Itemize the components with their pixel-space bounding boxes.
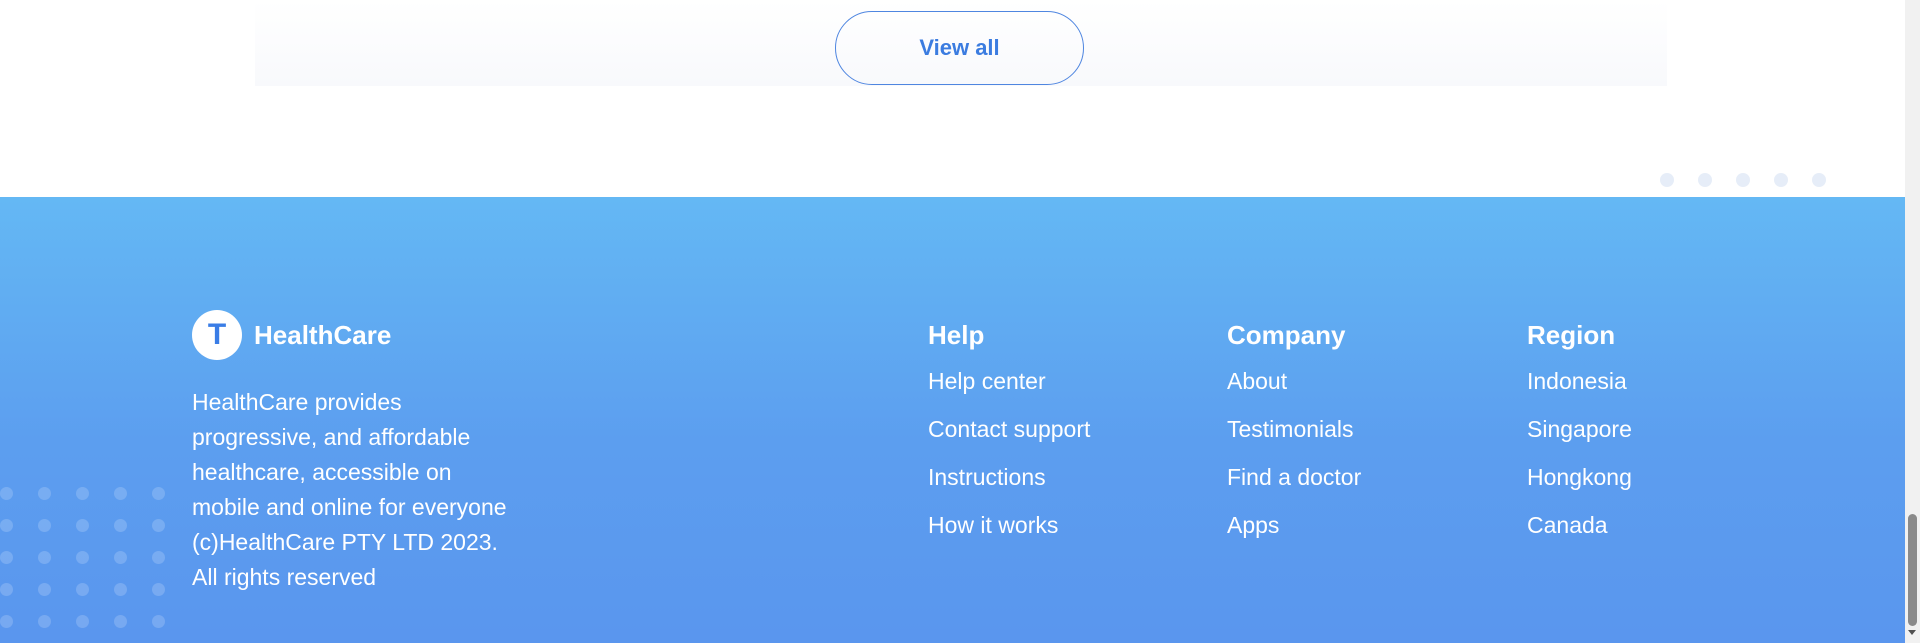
column-title: Region <box>1527 319 1616 350</box>
decorative-dot <box>152 487 165 500</box>
footer-link-indonesia[interactable]: Indonesia <box>1527 368 1632 395</box>
column-title: Company <box>1227 319 1346 350</box>
decorative-dot <box>152 551 165 564</box>
decorative-dot <box>0 519 13 532</box>
footer-link-help-center[interactable]: Help center <box>928 368 1090 395</box>
scrollbar-thumb[interactable] <box>1908 514 1917 626</box>
decorative-dot <box>114 551 127 564</box>
footer-link-how-it-works[interactable]: How it works <box>928 512 1090 539</box>
decorative-dot <box>114 583 127 596</box>
page: View all T HealthCare HealthCare provide… <box>0 0 1905 643</box>
decorative-dot <box>0 615 13 628</box>
decorative-dot <box>76 487 89 500</box>
scroll-down-arrow-icon[interactable] <box>1908 630 1916 635</box>
decorative-dot <box>38 519 51 532</box>
decorative-dot <box>114 487 127 500</box>
decorative-dot <box>152 583 165 596</box>
decorative-dot <box>76 551 89 564</box>
decorative-dot <box>76 583 89 596</box>
decorative-dot <box>38 487 51 500</box>
decorative-dot <box>38 551 51 564</box>
footer-decorative-dots <box>0 487 170 643</box>
brand-description: HealthCare provides progressive, and aff… <box>192 385 512 595</box>
brand-tagline: HealthCare provides progressive, and aff… <box>192 389 507 520</box>
page-scrollbar[interactable] <box>1905 0 1920 643</box>
footer-link-apps[interactable]: Apps <box>1227 512 1361 539</box>
decorative-dot <box>114 615 127 628</box>
footer-link-testimonials[interactable]: Testimonials <box>1227 416 1361 443</box>
footer-brand: T HealthCare <box>192 310 391 360</box>
decorative-dot <box>76 519 89 532</box>
decorative-dot <box>0 551 13 564</box>
footer-link-instructions[interactable]: Instructions <box>928 464 1090 491</box>
footer-link-find-a-doctor[interactable]: Find a doctor <box>1227 464 1361 491</box>
footer: T HealthCare HealthCare provides progres… <box>0 197 1905 643</box>
decorative-dot <box>152 615 165 628</box>
column-title: Help <box>928 319 985 350</box>
decorative-dot <box>0 583 13 596</box>
decorative-dot <box>114 519 127 532</box>
footer-link-hongkong[interactable]: Hongkong <box>1527 464 1632 491</box>
decorative-dot <box>152 519 165 532</box>
decorative-dot <box>38 583 51 596</box>
brand-name[interactable]: HealthCare <box>254 320 391 351</box>
footer-column-company: Company About Testimonials Find a doctor… <box>1227 310 1361 560</box>
decorative-dot <box>0 487 13 500</box>
footer-link-singapore[interactable]: Singapore <box>1527 416 1632 443</box>
footer-link-contact-support[interactable]: Contact support <box>928 416 1090 443</box>
view-all-button[interactable]: View all <box>835 11 1084 85</box>
footer-column-help: Help Help center Contact support Instruc… <box>928 310 1090 560</box>
footer-link-canada[interactable]: Canada <box>1527 512 1632 539</box>
copyright-text: (c)HealthCare PTY LTD 2023. All rights r… <box>192 529 498 590</box>
brand-logo[interactable]: T <box>192 310 242 360</box>
decorative-dots <box>1660 173 1826 189</box>
decorative-dot <box>38 615 51 628</box>
footer-column-region: Region Indonesia Singapore Hongkong Cana… <box>1527 310 1632 560</box>
footer-link-about[interactable]: About <box>1227 368 1361 395</box>
decorative-dot <box>76 615 89 628</box>
